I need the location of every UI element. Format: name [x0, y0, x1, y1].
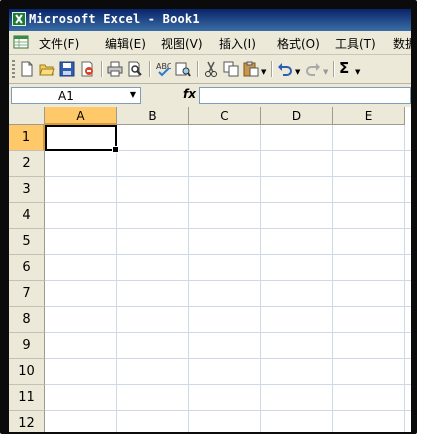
save-icon[interactable]: [59, 61, 75, 77]
toolbar-separator: [101, 61, 103, 77]
excel-app-icon[interactable]: [12, 12, 26, 26]
copy-icon[interactable]: [223, 61, 239, 77]
title-bar[interactable]: Microsoft Excel - Book1: [9, 9, 411, 31]
grid-line: [116, 125, 117, 432]
chevron-down-icon[interactable]: ▼: [130, 90, 136, 99]
insert-function-icon[interactable]: fx: [183, 87, 196, 101]
cut-icon[interactable]: [203, 61, 219, 77]
toolbar-separator: [271, 61, 273, 77]
undo-icon[interactable]: [277, 61, 293, 77]
menu-edit[interactable]: 编辑(E): [105, 35, 146, 52]
row-header-11[interactable]: 11: [9, 385, 45, 411]
row-header-10[interactable]: 10: [9, 359, 45, 385]
grid-line: [45, 384, 411, 385]
fill-handle[interactable]: [112, 146, 119, 153]
spelling-icon[interactable]: ABC: [155, 61, 171, 77]
toolbar-separator: [333, 61, 335, 77]
column-header-a[interactable]: A: [45, 107, 117, 125]
active-cell[interactable]: [45, 125, 119, 153]
row-header-8[interactable]: 8: [9, 307, 45, 333]
grid-line: [188, 125, 189, 432]
toolbar-grip[interactable]: [12, 60, 15, 78]
menu-data[interactable]: 数据: [393, 35, 411, 52]
permission-icon[interactable]: [79, 61, 95, 77]
row-header-6[interactable]: 6: [9, 255, 45, 281]
open-icon[interactable]: [39, 61, 55, 77]
row-header-2[interactable]: 2: [9, 151, 45, 177]
column-header-d[interactable]: D: [261, 107, 333, 125]
grid-line: [45, 306, 411, 307]
research-icon[interactable]: [175, 61, 191, 77]
undo-dropdown-arrow[interactable]: ▼: [295, 68, 300, 76]
row-header-7[interactable]: 7: [9, 281, 45, 307]
row-header-12[interactable]: 12: [9, 411, 45, 432]
grid-line: [45, 202, 411, 203]
row-header-4[interactable]: 4: [9, 203, 45, 229]
worksheet-grid[interactable]: ABCDE 1 2 3 4 5 6 7 8 9 10 11 12: [9, 107, 411, 432]
toolbar-separator: [197, 61, 199, 77]
standard-toolbar: ABC ▼ ▼ ▼ Σ ▼: [9, 55, 411, 84]
grid-line: [260, 125, 261, 432]
workbook-icon[interactable]: [13, 35, 29, 49]
row-header-3[interactable]: 3: [9, 177, 45, 203]
autosum-dropdown-arrow[interactable]: ▼: [355, 68, 360, 76]
menu-file[interactable]: 文件(F): [39, 35, 79, 52]
grid-line: [45, 176, 411, 177]
grid-line: [45, 254, 411, 255]
paste-dropdown-arrow[interactable]: ▼: [261, 68, 266, 76]
formula-input[interactable]: [199, 87, 411, 104]
print-preview-icon[interactable]: [127, 61, 143, 77]
menu-insert[interactable]: 插入(I): [219, 35, 256, 52]
row-header-9[interactable]: 9: [9, 333, 45, 359]
grid-line: [404, 125, 405, 432]
menu-bar: 文件(F) 编辑(E) 视图(V) 插入(I) 格式(O) 工具(T) 数据: [9, 31, 411, 55]
grid-line: [45, 228, 411, 229]
grid-line: [45, 410, 411, 411]
grid-line: [45, 280, 411, 281]
excel-window: Microsoft Excel - Book1 文件(F) 编辑(E) 视图(V…: [9, 9, 411, 432]
print-icon[interactable]: [107, 61, 123, 77]
grid-line: [45, 358, 411, 359]
row-header-1[interactable]: 1: [9, 125, 45, 151]
toolbar-separator: [149, 61, 151, 77]
column-header-c[interactable]: C: [189, 107, 261, 125]
new-icon[interactable]: [19, 61, 35, 77]
paste-icon[interactable]: [243, 61, 259, 77]
autosum-icon[interactable]: Σ: [339, 59, 349, 77]
menu-format[interactable]: 格式(O): [277, 35, 320, 52]
column-header-e[interactable]: E: [333, 107, 405, 125]
name-box-value: A1: [58, 89, 74, 103]
menu-tools[interactable]: 工具(T): [335, 35, 376, 52]
menu-view[interactable]: 视图(V): [161, 35, 203, 52]
redo-dropdown-arrow[interactable]: ▼: [323, 68, 328, 76]
name-box[interactable]: A1 ▼: [11, 87, 141, 104]
grid-line: [45, 332, 411, 333]
column-header-b[interactable]: B: [117, 107, 189, 125]
formula-bar: A1 ▼ fx: [9, 84, 411, 107]
row-header-5[interactable]: 5: [9, 229, 45, 255]
window-title: Microsoft Excel - Book1: [29, 12, 200, 26]
grid-line: [332, 125, 333, 432]
select-all-corner[interactable]: [9, 107, 45, 125]
redo-icon[interactable]: [305, 61, 321, 77]
